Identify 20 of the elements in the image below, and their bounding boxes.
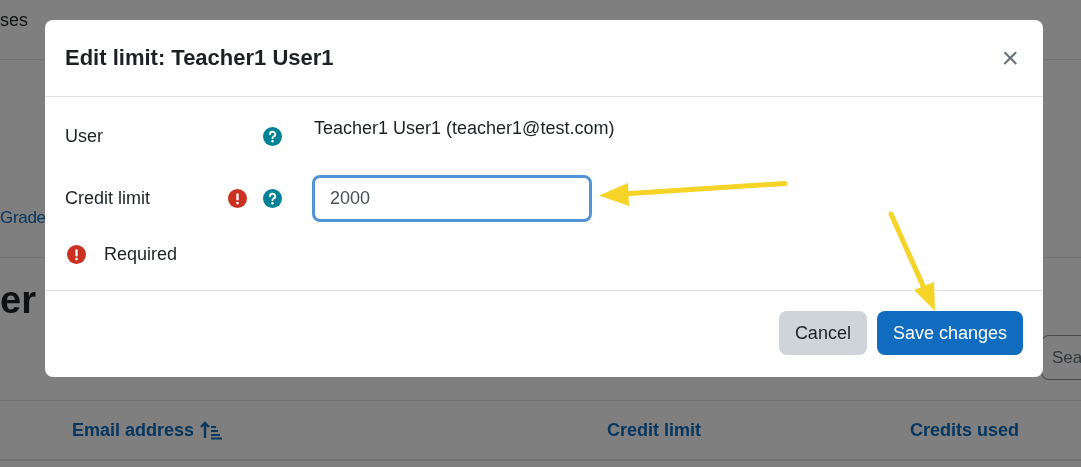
save-button[interactable]: Save changes bbox=[876, 311, 1023, 355]
help-icon[interactable] bbox=[263, 189, 282, 208]
column-header[interactable]: Credit limit bbox=[607, 419, 910, 441]
field-value: Teacher1 User1 (teacher1@test.com) bbox=[314, 117, 615, 139]
close-button[interactable]: × bbox=[997, 43, 1023, 73]
page-heading: er bbox=[0, 278, 37, 322]
tab-link[interactable]: Grade bbox=[0, 208, 46, 227]
error-icon bbox=[67, 245, 86, 264]
column-header[interactable]: Email address bbox=[72, 419, 607, 441]
cancel-button[interactable]: Cancel bbox=[778, 311, 867, 355]
field-label: User bbox=[65, 126, 104, 147]
input-field[interactable]: 2000 bbox=[312, 175, 592, 222]
error-message: Required bbox=[104, 244, 178, 265]
help-icon[interactable] bbox=[263, 127, 282, 146]
dialog-title: Edit limit: Teacher1 User1 bbox=[65, 45, 334, 71]
sort-icon bbox=[200, 420, 223, 440]
error-icon bbox=[228, 189, 247, 208]
nav-link[interactable]: ses bbox=[0, 10, 28, 31]
column-header[interactable]: Credits used bbox=[910, 419, 1081, 441]
field-label: Credit limit bbox=[65, 188, 151, 209]
